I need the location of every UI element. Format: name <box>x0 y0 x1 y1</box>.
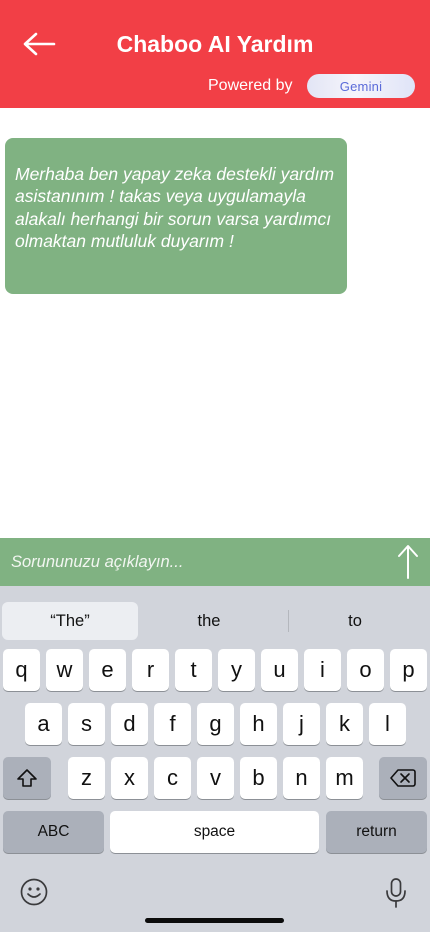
key-h[interactable]: h <box>240 703 277 745</box>
microphone-icon <box>386 878 406 908</box>
key-v[interactable]: v <box>197 757 234 799</box>
assistant-message-text: Merhaba ben yapay zeka destekli yardım a… <box>15 164 335 251</box>
prediction-3[interactable]: to <box>290 602 420 640</box>
return-key[interactable]: return <box>326 811 427 853</box>
key-c[interactable]: c <box>154 757 191 799</box>
key-k[interactable]: k <box>326 703 363 745</box>
key-s[interactable]: s <box>68 703 105 745</box>
prediction-divider <box>288 610 289 632</box>
home-indicator <box>145 918 284 923</box>
on-screen-keyboard: “The” the to q w e r t y u i o p a s d f… <box>0 586 430 932</box>
key-f[interactable]: f <box>154 703 191 745</box>
assistant-message-bubble: Merhaba ben yapay zeka destekli yardım a… <box>5 138 347 294</box>
key-n[interactable]: n <box>283 757 320 799</box>
message-input-bar <box>0 538 430 586</box>
backspace-icon <box>390 769 416 787</box>
key-u[interactable]: u <box>261 649 298 691</box>
key-j[interactable]: j <box>283 703 320 745</box>
key-q[interactable]: q <box>3 649 40 691</box>
key-l[interactable]: l <box>369 703 406 745</box>
send-button[interactable] <box>392 542 424 582</box>
prediction-2[interactable]: the <box>142 602 276 640</box>
shift-icon <box>17 769 37 787</box>
key-p[interactable]: p <box>390 649 427 691</box>
emoji-button[interactable] <box>18 876 50 908</box>
arrow-up-icon <box>398 545 418 579</box>
predictive-bar: “The” the to <box>0 602 430 640</box>
key-z[interactable]: z <box>68 757 105 799</box>
powered-by-label: Powered by <box>208 77 293 94</box>
key-y[interactable]: y <box>218 649 255 691</box>
space-key[interactable]: space <box>110 811 319 853</box>
prediction-1[interactable]: “The” <box>2 602 138 640</box>
key-i[interactable]: i <box>304 649 341 691</box>
key-t[interactable]: t <box>175 649 212 691</box>
key-w[interactable]: w <box>46 649 83 691</box>
key-g[interactable]: g <box>197 703 234 745</box>
key-x[interactable]: x <box>111 757 148 799</box>
key-r[interactable]: r <box>132 649 169 691</box>
page-title: Chaboo AI Yardım <box>116 31 314 57</box>
key-m[interactable]: m <box>326 757 363 799</box>
dictation-button[interactable] <box>382 876 410 910</box>
emoji-icon <box>20 878 48 906</box>
key-b[interactable]: b <box>240 757 277 799</box>
gemini-badge: Gemini <box>307 74 415 98</box>
key-e[interactable]: e <box>89 649 126 691</box>
shift-key[interactable] <box>3 757 51 799</box>
abc-key[interactable]: ABC <box>3 811 104 853</box>
key-d[interactable]: d <box>111 703 148 745</box>
gemini-logo-text: Gemini <box>339 78 383 94</box>
delete-key[interactable] <box>379 757 427 799</box>
key-o[interactable]: o <box>347 649 384 691</box>
message-input[interactable] <box>0 538 380 586</box>
key-a[interactable]: a <box>25 703 62 745</box>
app-header: Chaboo AI Yardım Powered by Gemini <box>0 0 430 108</box>
